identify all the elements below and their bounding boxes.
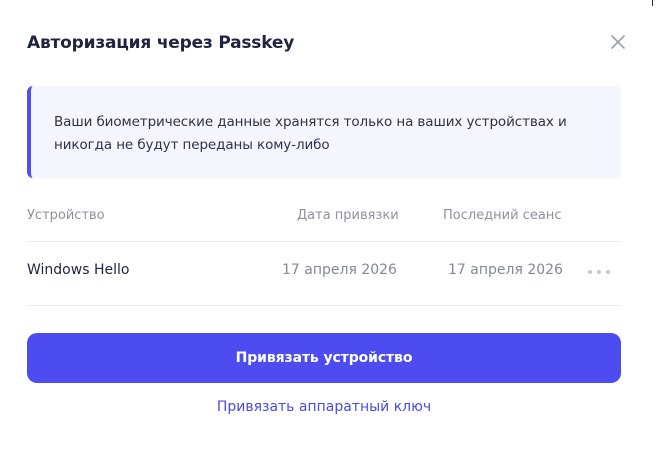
row-menu-button[interactable] [588, 266, 610, 278]
linked-date: 17 апреля 2026 [282, 262, 397, 278]
column-header-device: Устройство [27, 208, 105, 223]
close-button[interactable] [608, 32, 628, 52]
devices-table: Устройство Дата привязки Последний сеанс… [27, 196, 621, 306]
passkey-dialog: Авторизация через Passkey Ваши биометрич… [0, 0, 656, 465]
column-header-last-session: Последний сеанс [443, 208, 562, 223]
table-row: Windows Hello 17 апреля 2026 17 апреля 2… [27, 242, 621, 306]
more-horizontal-icon [588, 270, 610, 274]
link-hardware-key-link[interactable]: Привязать аппаратный ключ [27, 399, 621, 415]
column-header-linked-date: Дата привязки [297, 208, 399, 223]
device-name: Windows Hello [27, 262, 130, 278]
close-icon [611, 35, 625, 49]
window-edge [652, 0, 656, 6]
table-header: Устройство Дата привязки Последний сеанс [27, 196, 621, 242]
biometric-notice: Ваши биометрические данные хранятся толь… [27, 86, 621, 178]
dialog-title: Авторизация через Passkey [27, 33, 295, 53]
last-session-date: 17 апреля 2026 [448, 262, 563, 278]
link-device-button[interactable]: Привязать устройство [27, 333, 621, 383]
notice-text: Ваши биометрические данные хранятся толь… [54, 114, 567, 153]
